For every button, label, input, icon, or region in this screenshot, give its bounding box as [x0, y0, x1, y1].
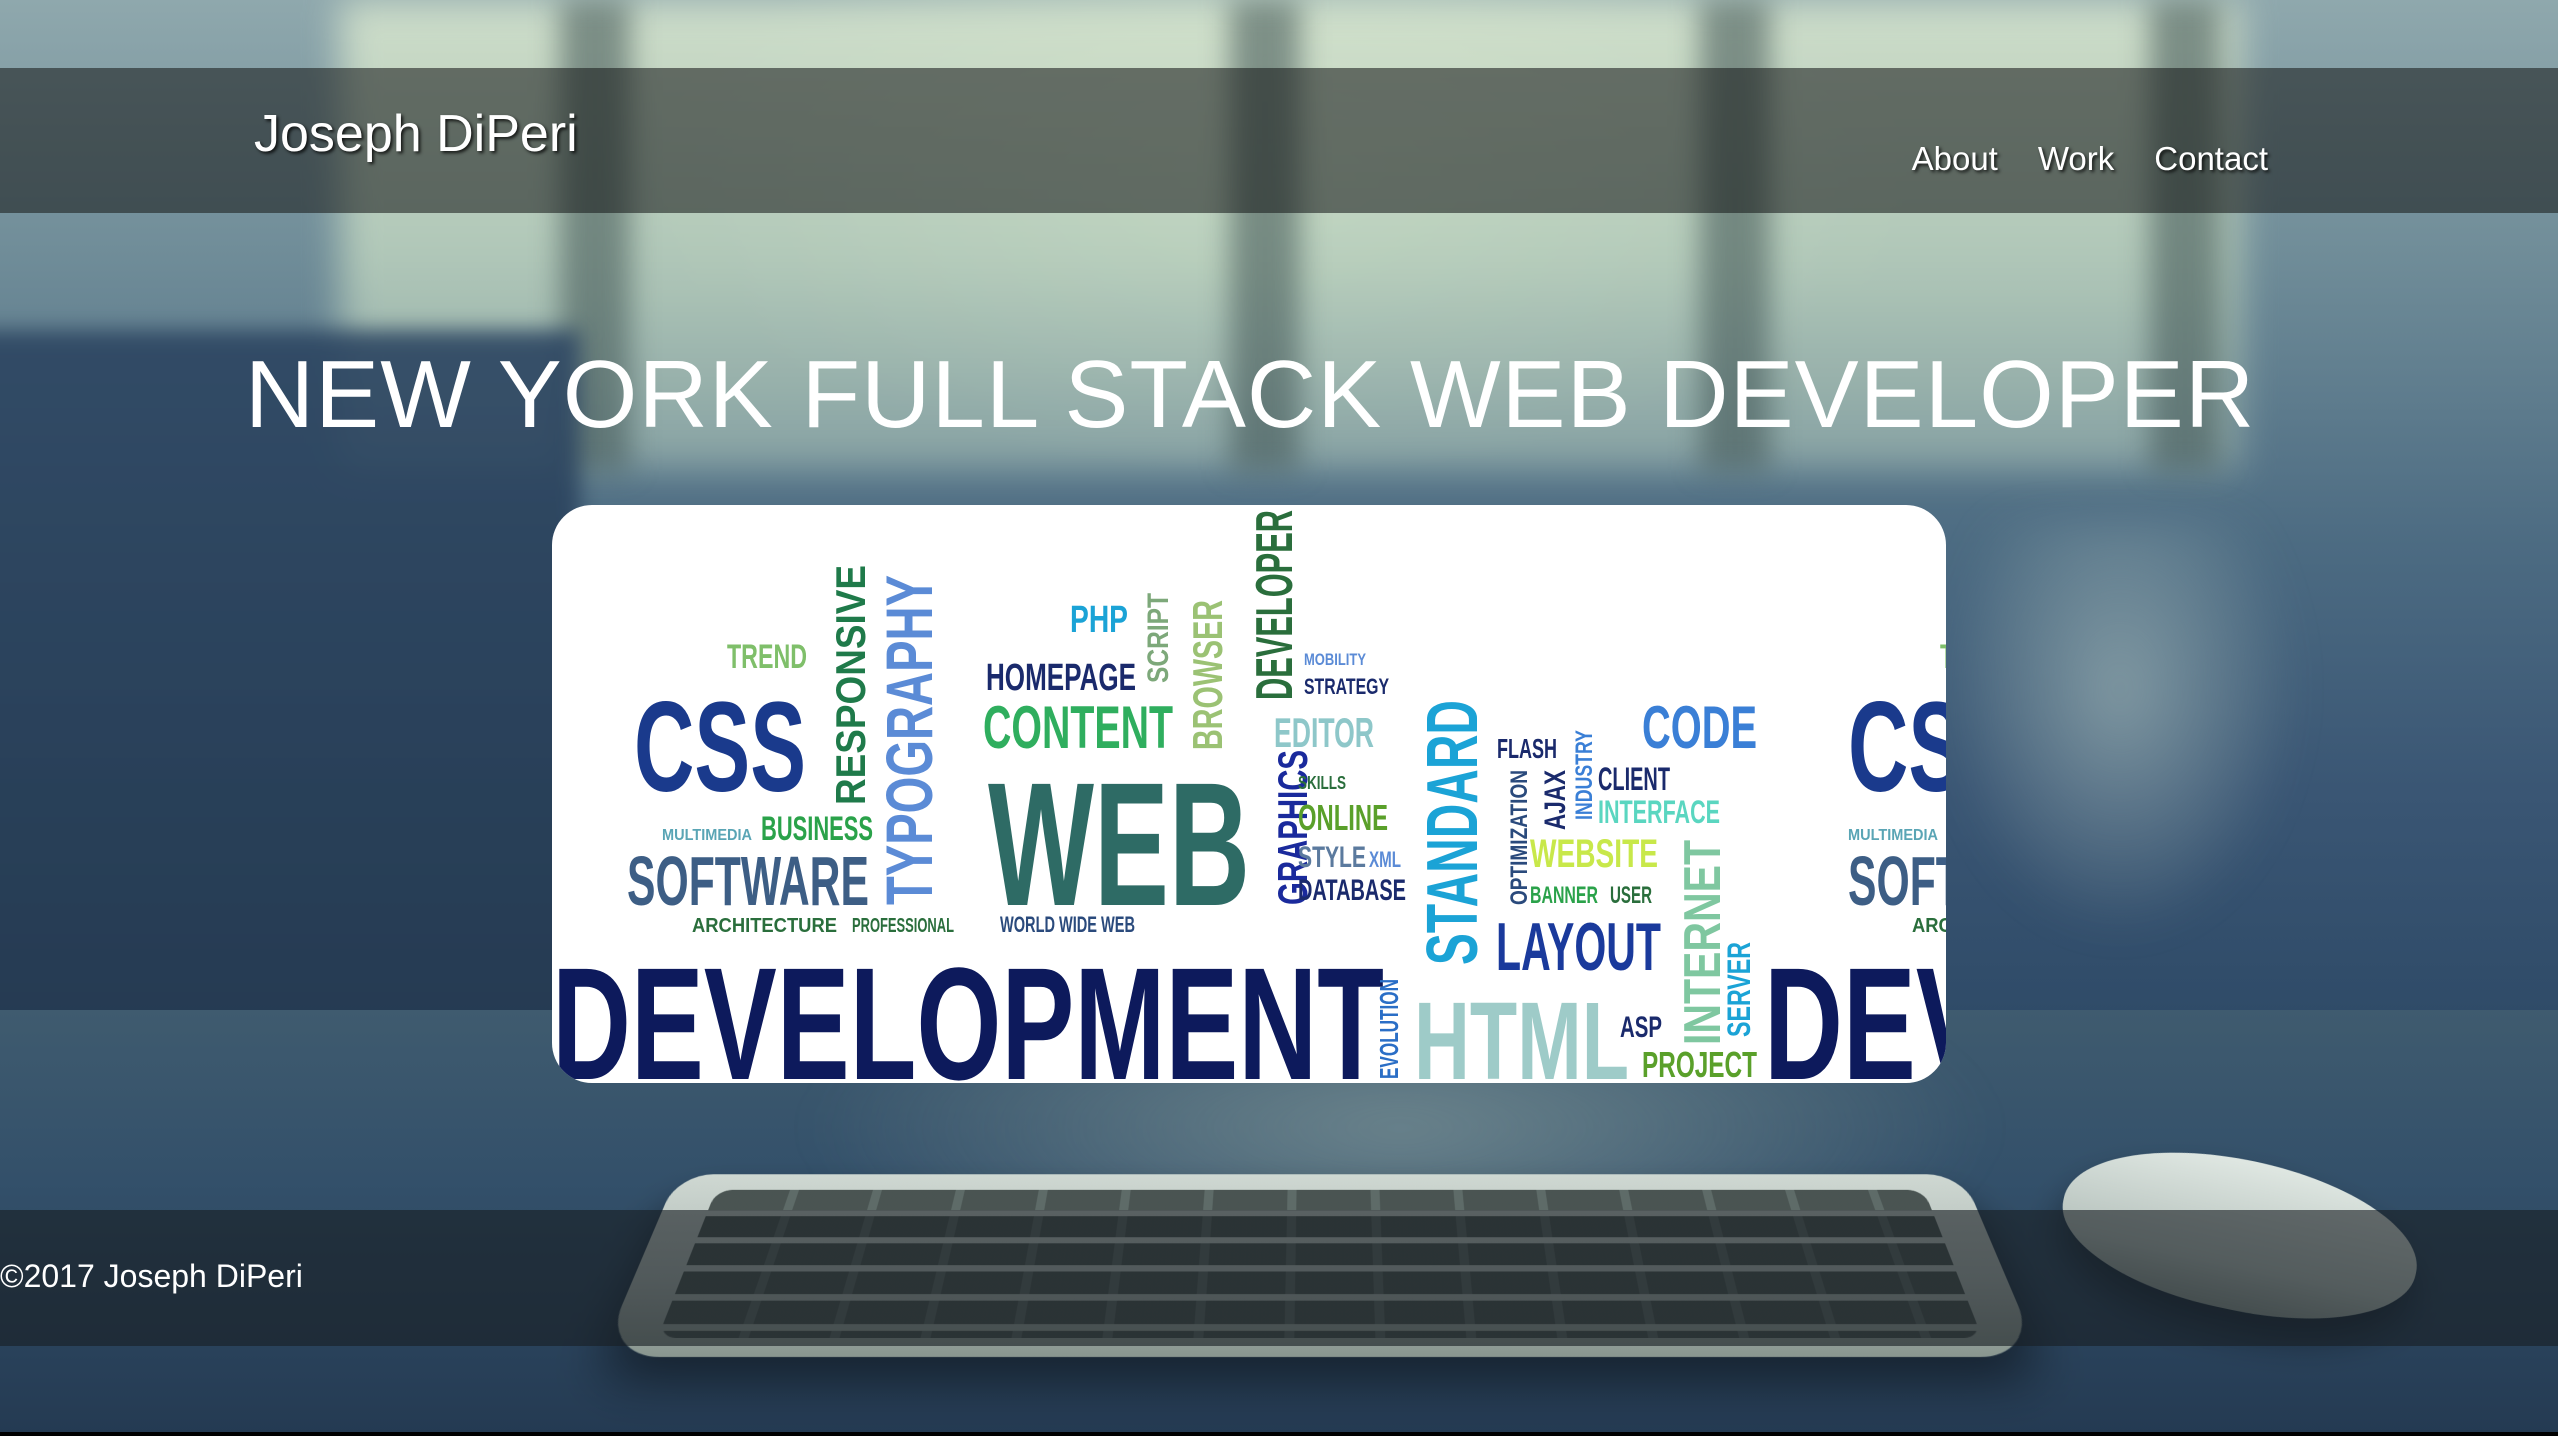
word-cloud-word-evolution: EVOLUTION: [1374, 979, 1404, 1079]
word-cloud-word-project: PROJECT: [1642, 1044, 1757, 1083]
word-cloud-word-strategy: STRATEGY: [1304, 674, 1389, 699]
word-cloud-word-developer: DEVELOPER: [1246, 510, 1304, 700]
word-cloud-word-website: WEBSITE: [1530, 832, 1658, 876]
word-cloud-word-flash: FLASH: [1497, 733, 1557, 764]
word-cloud-word-style: STYLE: [1298, 841, 1366, 874]
word-cloud-word-asp: ASP: [1620, 1011, 1662, 1044]
word-cloud-word-interface: INTERFACE: [1598, 794, 1720, 830]
page: Joseph DiPeri About Work Contact NEW YOR…: [0, 0, 2558, 1436]
word-cloud-word-online: ONLINE: [1298, 797, 1388, 838]
word-cloud-word-typography: TYPOGRAPHY: [872, 575, 946, 905]
word-cloud-word-skills: SKILLS: [1298, 773, 1346, 793]
site-header: Joseph DiPeri About Work Contact: [0, 68, 2558, 213]
footer-copyright: ©2017 Joseph DiPeri: [0, 1258, 303, 1294]
word-cloud-word-client: CLIENT: [1598, 761, 1670, 797]
word-cloud-word-industry: INDUSTRY: [1571, 730, 1598, 820]
word-cloud-word-editor: EDITOR: [1274, 709, 1374, 756]
word-cloud-word-php: PHP: [1070, 599, 1128, 641]
background-glass: [1940, 520, 2300, 940]
hero-headline: NEW YORK FULL STACK WEB DEVELOPER: [244, 341, 2256, 448]
word-cloud-word-homepage: HOMEPAGE: [986, 657, 1136, 699]
word-cloud-word-browser: BROWSER: [1184, 600, 1231, 750]
nav-about-link[interactable]: About: [1912, 140, 1998, 178]
main-nav: About Work Contact: [1912, 140, 2268, 178]
word-cloud-word-xml: XML: [1369, 847, 1401, 872]
word-cloud-word-layout: LAYOUT: [1496, 909, 1661, 985]
word-cloud-word-development-repeat: DEVELOPMENT: [1764, 934, 1946, 1083]
word-cloud-word-code: CODE: [1642, 694, 1757, 761]
word-cloud-word-software-repeat: SOFTWARE: [1848, 842, 1946, 920]
word-cloud-word-css-repeat: CSS: [1848, 676, 1946, 819]
site-brand[interactable]: Joseph DiPeri: [254, 104, 578, 164]
word-cloud-word-server: SERVER: [1721, 942, 1757, 1037]
word-cloud-word-mobility: MOBILITY: [1304, 650, 1367, 669]
word-cloud-word-responsive: RESPONSIVE: [827, 565, 874, 805]
word-cloud-word-ajax: AJAX: [1539, 770, 1572, 830]
word-cloud-svg: TRENDCSS RESPONSIVETYPOGRAPHY PHP SCRIPTHOM…: [552, 510, 1946, 1083]
word-cloud-word-development: DEVELOPMENT: [552, 934, 1384, 1083]
word-cloud-word-script: SCRIPT: [1142, 593, 1175, 683]
word-cloud-word-trend: TREND: [727, 638, 807, 676]
word-cloud-word-database: DATABASE: [1298, 874, 1406, 907]
word-cloud-word-standard: STANDARD: [1413, 700, 1493, 965]
word-cloud-word-html: HTML: [1414, 980, 1629, 1083]
word-cloud-word-optimization: OPTIMIZATION: [1506, 770, 1533, 905]
word-cloud-image: TREND CSS RESPONSIVE TYPOGRAPHY PHP SCRIPT HOM…: [552, 505, 1946, 1083]
word-cloud-word-software: SOFTWARE: [627, 842, 869, 920]
word-cloud-word-banner: BANNER: [1530, 882, 1598, 909]
word-cloud-word-css: CSS: [634, 676, 806, 819]
nav-work-link[interactable]: Work: [2038, 140, 2114, 178]
word-cloud-word-user: USER: [1610, 882, 1652, 909]
site-footer: ©2017 Joseph DiPeri: [0, 1210, 2558, 1346]
nav-contact-link[interactable]: Contact: [2154, 140, 2268, 178]
word-cloud-word-trend-repeat: TREND: [1940, 638, 1946, 676]
bottom-edge: [0, 1432, 2558, 1436]
